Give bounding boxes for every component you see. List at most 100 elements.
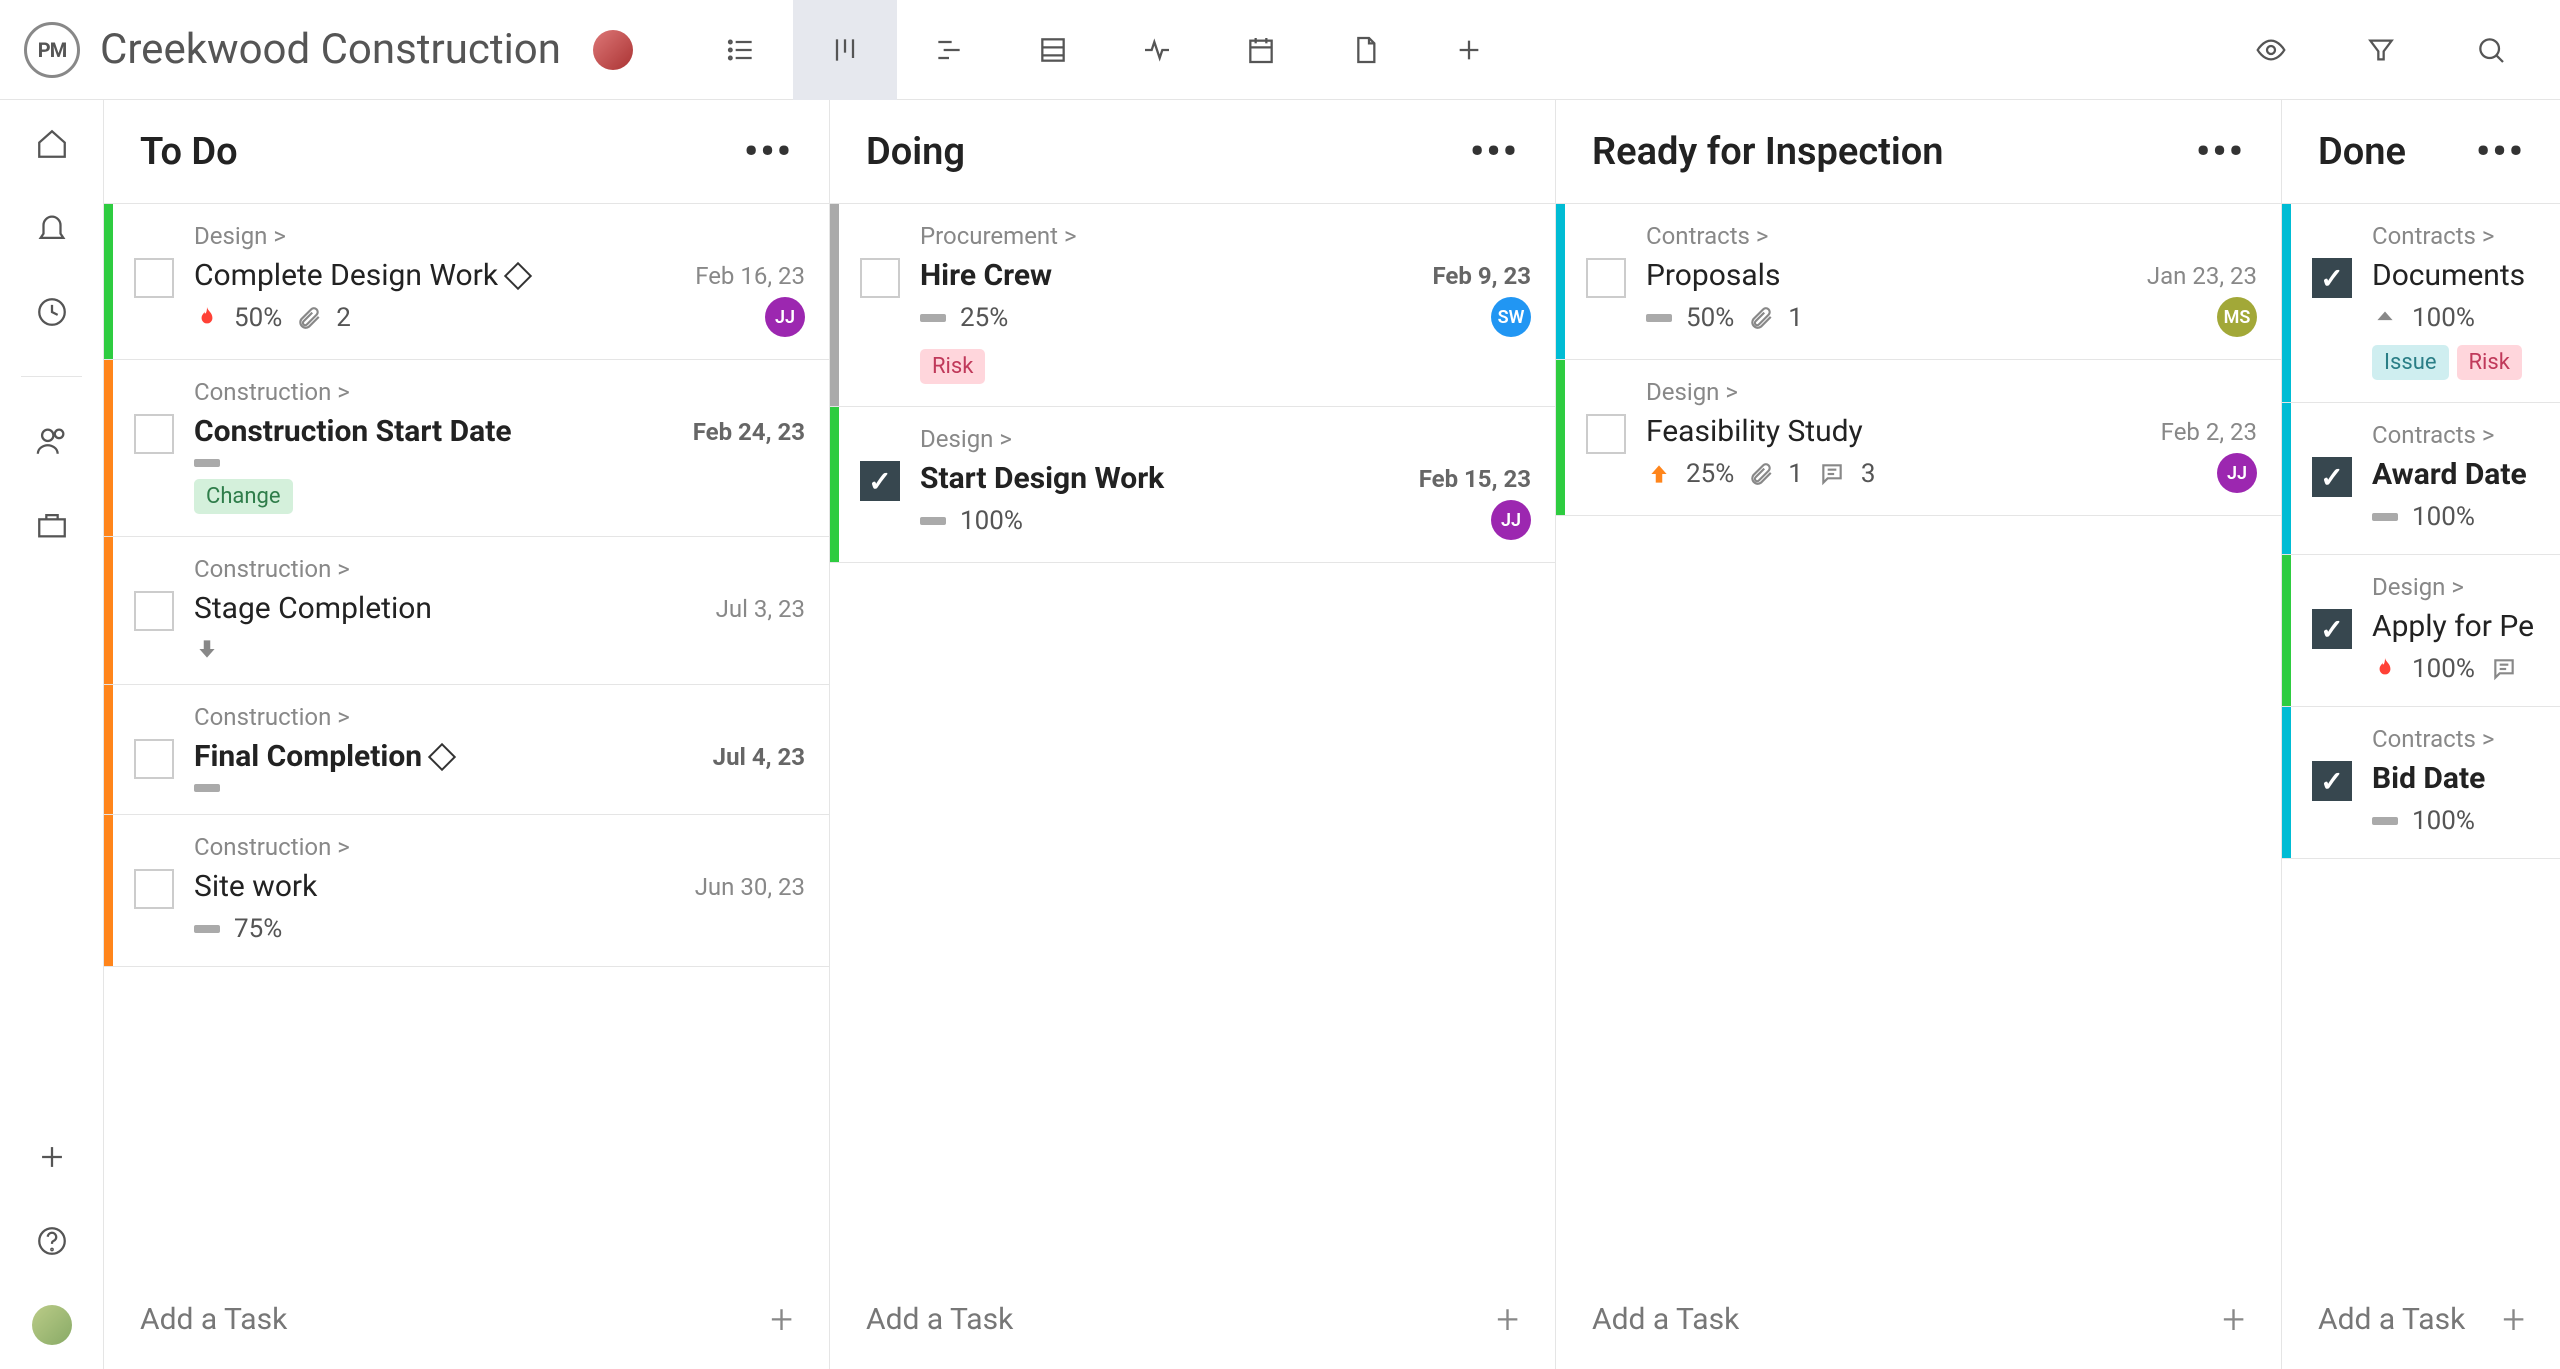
- view-tab-files[interactable]: [1313, 0, 1417, 100]
- task-checkbox[interactable]: [2312, 258, 2352, 298]
- tag-risk[interactable]: Risk: [2457, 345, 2522, 380]
- task-checkbox[interactable]: [2312, 457, 2352, 497]
- assignee-avatar[interactable]: JJ: [765, 297, 805, 337]
- sidebar-help[interactable]: [32, 1221, 72, 1261]
- help-icon: [35, 1224, 69, 1258]
- task-meta: [194, 784, 805, 792]
- task-breadcrumb[interactable]: Contracts >: [2372, 725, 2537, 753]
- card-stripe: [1556, 360, 1565, 515]
- add-task-button[interactable]: Add a Task+: [830, 1270, 1555, 1369]
- task-card[interactable]: Construction > Site work Jun 30, 23 75%: [104, 815, 829, 967]
- fire-icon: [194, 305, 220, 331]
- task-card[interactable]: Contracts > Documents 100% IssueRisk: [2282, 204, 2560, 403]
- filter-button[interactable]: [2336, 0, 2426, 100]
- task-checkbox[interactable]: [2312, 761, 2352, 801]
- sidebar-time[interactable]: [32, 292, 72, 332]
- task-breadcrumb[interactable]: Contracts >: [1646, 222, 2257, 250]
- task-breadcrumb[interactable]: Procurement >: [920, 222, 1531, 250]
- task-checkbox[interactable]: [860, 258, 900, 298]
- header: PM Creekwood Construction: [0, 0, 2560, 100]
- column-menu-button[interactable]: •••: [744, 128, 793, 175]
- task-card[interactable]: Contracts > Bid Date 100%: [2282, 707, 2560, 859]
- view-tab-sheet[interactable]: [1001, 0, 1105, 100]
- column-menu-button[interactable]: •••: [2196, 128, 2245, 175]
- task-checkbox[interactable]: [134, 591, 174, 631]
- user-avatar[interactable]: [32, 1305, 72, 1345]
- task-title: Apply for Pe: [2372, 609, 2534, 644]
- view-tab-calendar[interactable]: [1209, 0, 1313, 100]
- add-task-label: Add a Task: [140, 1302, 287, 1337]
- plus-icon: +: [1496, 1296, 1519, 1343]
- view-tab-board[interactable]: [793, 0, 897, 100]
- tag-risk[interactable]: Risk: [920, 349, 985, 384]
- task-checkbox[interactable]: [134, 258, 174, 298]
- sidebar-home[interactable]: [32, 124, 72, 164]
- task-breadcrumb[interactable]: Design >: [2372, 573, 2537, 601]
- task-breadcrumb[interactable]: Design >: [1646, 378, 2257, 406]
- add-task-button[interactable]: Add a Task+: [2282, 1270, 2560, 1369]
- tag-issue[interactable]: Issue: [2372, 345, 2449, 380]
- task-breadcrumb[interactable]: Design >: [920, 425, 1531, 453]
- view-tab-add[interactable]: [1417, 0, 1521, 100]
- task-meta: [194, 459, 805, 467]
- bell-icon: [35, 211, 69, 245]
- plus-icon: [35, 1140, 69, 1174]
- board: To Do••• Design > Complete Design Work F…: [104, 100, 2560, 1369]
- clock-icon: [35, 295, 69, 329]
- task-card[interactable]: Contracts > Proposals Jan 23, 23 50%1 MS: [1556, 204, 2281, 360]
- task-card[interactable]: Construction > Stage Completion Jul 3, 2…: [104, 537, 829, 685]
- attachment-count: 2: [336, 303, 351, 333]
- assignee-avatar[interactable]: MS: [2217, 297, 2257, 337]
- task-checkbox[interactable]: [134, 739, 174, 779]
- task-date: Feb 16, 23: [695, 262, 805, 290]
- sidebar-portfolio[interactable]: [32, 505, 72, 545]
- task-card[interactable]: Contracts > Award Date 100%: [2282, 403, 2560, 555]
- sidebar-add[interactable]: [32, 1137, 72, 1177]
- task-card[interactable]: Design > Feasibility Study Feb 2, 23 25%…: [1556, 360, 2281, 516]
- task-card[interactable]: Design > Start Design Work Feb 15, 23 10…: [830, 407, 1555, 563]
- app-logo[interactable]: PM: [24, 22, 80, 78]
- task-title: Bid Date: [2372, 761, 2485, 796]
- add-task-button[interactable]: Add a Task+: [1556, 1270, 2281, 1369]
- add-task-button[interactable]: Add a Task+: [104, 1270, 829, 1369]
- assignee-avatar[interactable]: JJ: [2217, 453, 2257, 493]
- task-checkbox[interactable]: [1586, 414, 1626, 454]
- task-breadcrumb[interactable]: Construction >: [194, 833, 805, 861]
- task-breadcrumb[interactable]: Construction >: [194, 555, 805, 583]
- task-card[interactable]: Design > Apply for Pe 100%: [2282, 555, 2560, 707]
- filter-icon: [2365, 34, 2397, 66]
- task-card[interactable]: Construction > Final Completion Jul 4, 2…: [104, 685, 829, 815]
- task-card[interactable]: Procurement > Hire Crew Feb 9, 23 25% SW…: [830, 204, 1555, 407]
- task-card[interactable]: Design > Complete Design Work Feb 16, 23…: [104, 204, 829, 360]
- sidebar-notifications[interactable]: [32, 208, 72, 248]
- task-checkbox[interactable]: [2312, 609, 2352, 649]
- view-tab-gantt[interactable]: [897, 0, 1001, 100]
- task-checkbox[interactable]: [134, 869, 174, 909]
- progress-bar: [1646, 314, 1672, 322]
- task-breadcrumb[interactable]: Contracts >: [2372, 222, 2537, 250]
- assignee-avatar[interactable]: SW: [1491, 297, 1531, 337]
- assignee-avatar[interactable]: JJ: [1491, 500, 1531, 540]
- gantt-icon: [933, 34, 965, 66]
- tag-change[interactable]: Change: [194, 479, 293, 514]
- task-card[interactable]: Construction > Construction Start Date F…: [104, 360, 829, 537]
- task-breadcrumb[interactable]: Construction >: [194, 378, 805, 406]
- visibility-button[interactable]: [2226, 0, 2316, 100]
- task-percent: 100%: [960, 506, 1023, 536]
- task-checkbox[interactable]: [1586, 258, 1626, 298]
- column-menu-button[interactable]: •••: [2476, 128, 2525, 175]
- view-tab-dashboard[interactable]: [1105, 0, 1209, 100]
- activity-icon: [1141, 34, 1173, 66]
- plus-icon: [1453, 34, 1485, 66]
- sidebar-team[interactable]: [32, 421, 72, 461]
- task-meta: 75%: [194, 914, 805, 944]
- view-tab-list[interactable]: [689, 0, 793, 100]
- task-breadcrumb[interactable]: Construction >: [194, 703, 805, 731]
- task-breadcrumb[interactable]: Design >: [194, 222, 805, 250]
- task-checkbox[interactable]: [134, 414, 174, 454]
- task-breadcrumb[interactable]: Contracts >: [2372, 421, 2537, 449]
- task-checkbox[interactable]: [860, 461, 900, 501]
- project-avatar[interactable]: [593, 30, 633, 70]
- search-button[interactable]: [2446, 0, 2536, 100]
- column-menu-button[interactable]: •••: [1470, 128, 1519, 175]
